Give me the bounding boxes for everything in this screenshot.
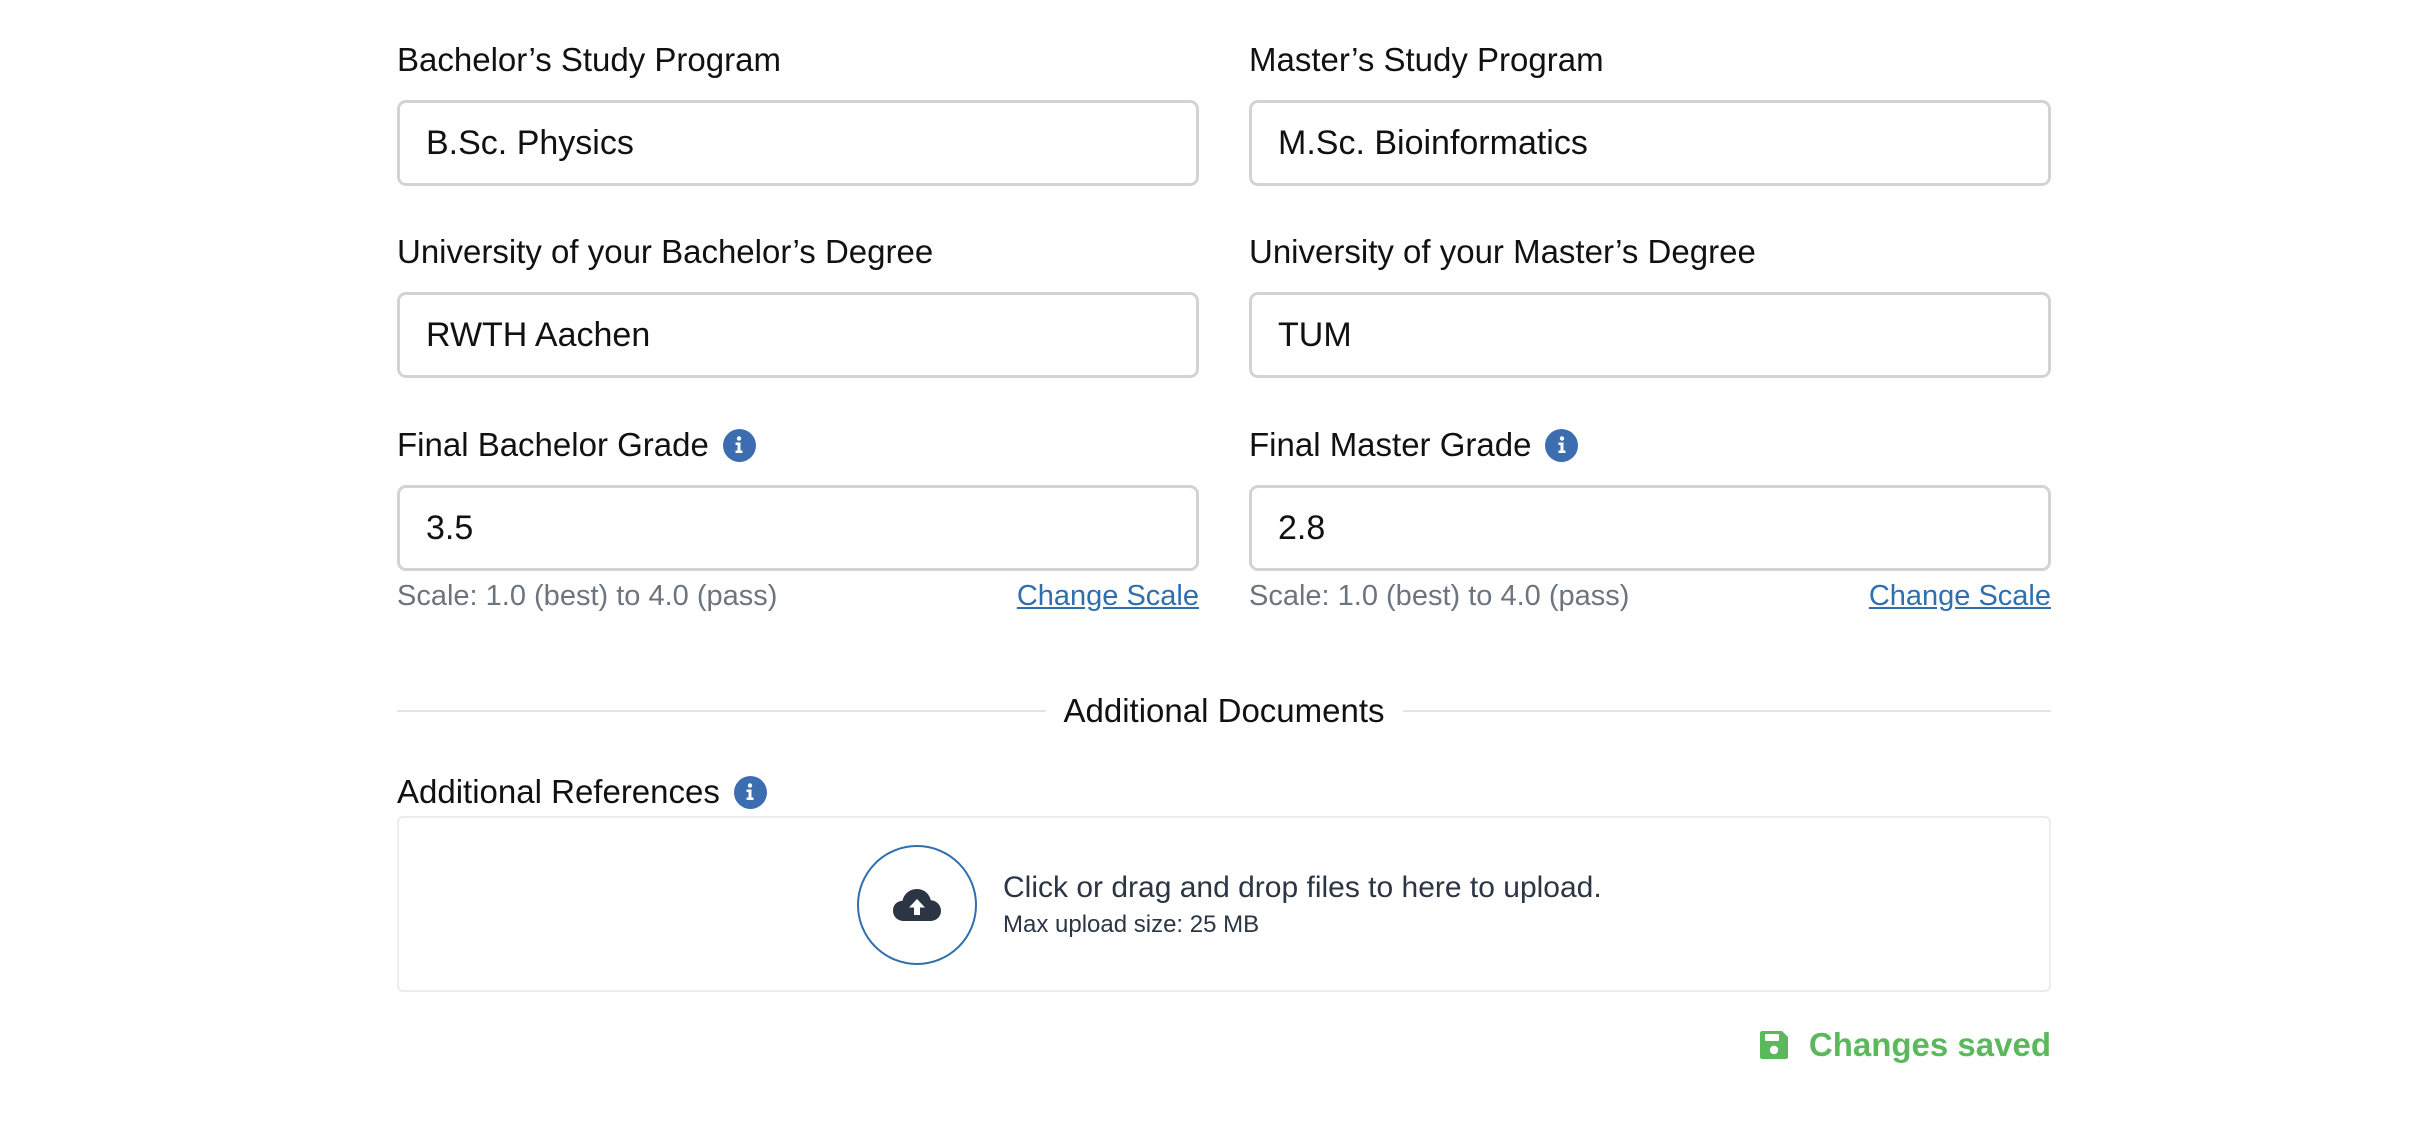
master-program-label-text: Master’s Study Program: [1249, 41, 1604, 78]
section-title: Additional Documents: [1063, 692, 1385, 729]
master-program-field: Master’s Study Program: [1249, 40, 2051, 186]
upload-instructions: Click or drag and drop files to here to …: [1003, 870, 1602, 940]
master-university-label: University of your Master’s Degree: [1249, 232, 2051, 272]
bachelor-grade-input[interactable]: [397, 485, 1199, 571]
info-icon[interactable]: [722, 428, 756, 462]
divider-line-right: [1402, 710, 2052, 712]
bachelor-program-label-text: Bachelor’s Study Program: [397, 41, 781, 78]
bachelor-university-input[interactable]: [397, 292, 1199, 378]
max-upload-size-text: Max upload size: 25 MB: [1003, 911, 1260, 938]
bachelor-university-field: University of your Bachelor’s Degree: [397, 232, 1199, 378]
divider-line-left: [397, 710, 1046, 712]
master-change-scale-link[interactable]: Change Scale: [1869, 580, 2051, 613]
bachelor-university-label: University of your Bachelor’s Degree: [397, 232, 1199, 272]
bachelor-program-field: Bachelor’s Study Program: [397, 40, 1199, 186]
additional-references-label-text: Additional References: [397, 773, 720, 810]
cloud-upload-icon: [893, 889, 941, 921]
section-divider: Additional Documents: [397, 689, 2052, 733]
master-program-input[interactable]: [1249, 100, 2051, 186]
master-program-label: Master’s Study Program: [1249, 40, 2051, 80]
master-grade-label: Final Master Grade: [1249, 425, 2051, 465]
save-status-text: Changes saved: [1808, 1026, 2051, 1063]
master-grade-label-text: Final Master Grade: [1249, 426, 1532, 463]
application-form: Bachelor’s Study Program Master’s Study …: [0, 0, 2414, 1130]
master-grade-input[interactable]: [1249, 485, 2051, 571]
bachelor-grade-label-text: Final Bachelor Grade: [397, 426, 709, 463]
save-status: Changes saved: [1759, 1026, 2051, 1064]
master-university-input[interactable]: [1249, 292, 2051, 378]
file-upload-dropzone[interactable]: Click or drag and drop files to here to …: [397, 816, 2051, 992]
master-university-label-text: University of your Master’s Degree: [1249, 233, 1756, 270]
master-grade-field: Final Master Grade Scale: 1.0 (best) to …: [1249, 425, 2051, 615]
bachelor-university-label-text: University of your Bachelor’s Degree: [397, 233, 934, 270]
bachelor-program-input[interactable]: [397, 100, 1199, 186]
upload-main-text: Click or drag and drop files to here to …: [1003, 871, 1602, 904]
master-grade-scale-text: Scale: 1.0 (best) to 4.0 (pass): [1249, 579, 1630, 612]
save-icon: [1759, 1031, 1788, 1059]
master-grade-scale-row: Scale: 1.0 (best) to 4.0 (pass) Change S…: [1249, 577, 2051, 615]
bachelor-program-label: Bachelor’s Study Program: [397, 40, 1199, 80]
info-icon[interactable]: [1545, 428, 1579, 462]
bachelor-grade-scale-text: Scale: 1.0 (best) to 4.0 (pass): [397, 579, 778, 612]
master-university-field: University of your Master’s Degree: [1249, 232, 2051, 378]
upload-button[interactable]: [857, 845, 977, 965]
bachelor-grade-scale-row: Scale: 1.0 (best) to 4.0 (pass) Change S…: [397, 577, 1199, 615]
info-icon[interactable]: [733, 775, 767, 809]
additional-references-label: Additional References: [397, 772, 767, 812]
bachelor-grade-label: Final Bachelor Grade: [397, 425, 1199, 465]
bachelor-change-scale-link[interactable]: Change Scale: [1017, 580, 1199, 613]
bachelor-grade-field: Final Bachelor Grade Scale: 1.0 (best) t…: [397, 425, 1199, 615]
